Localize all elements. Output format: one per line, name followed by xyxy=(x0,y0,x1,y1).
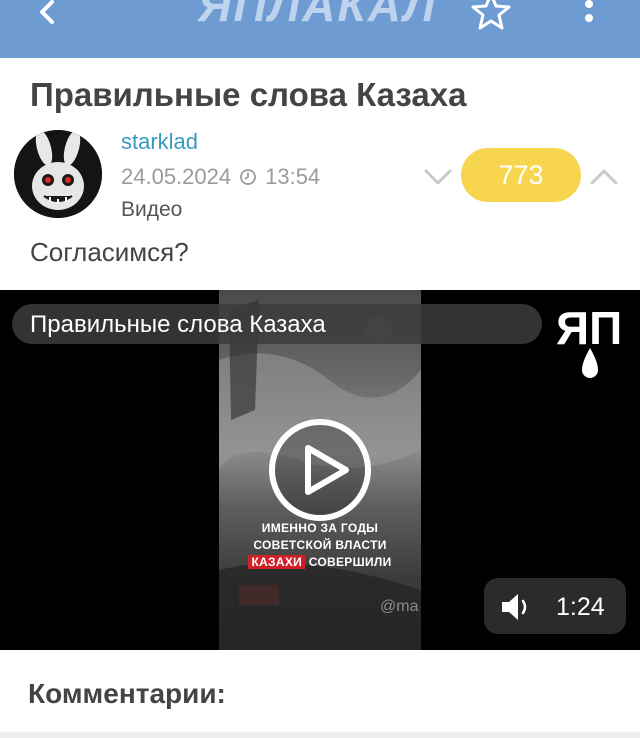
video-overlay-caption: ИМЕННО ЗА ГОДЫ СОВЕТСКОЙ ВЛАСТИ КАЗАХИ С… xyxy=(240,520,400,571)
avatar[interactable] xyxy=(14,130,102,218)
post-title: Правильные слова Казаха xyxy=(30,76,467,113)
rabbit-avatar-icon xyxy=(14,130,102,218)
more-vertical-icon[interactable] xyxy=(574,0,604,32)
video-player[interactable]: Правильные слова Казаха ЯП ИМЕННО ЗА ГОД… xyxy=(0,290,640,650)
play-icon[interactable] xyxy=(266,416,374,524)
yp-logo-icon: ЯП xyxy=(556,302,622,378)
video-duration: 1:24 xyxy=(556,593,605,621)
vote-down-icon[interactable] xyxy=(420,159,456,195)
rating-badge: 773 xyxy=(461,148,581,202)
video-title: Правильные слова Казаха xyxy=(30,311,326,338)
site-logo[interactable]: ЯПЛАКАЛ xyxy=(198,0,437,30)
post-category[interactable]: Видео xyxy=(121,198,182,222)
comments-title: Комментарии: xyxy=(28,678,226,709)
post-time: 13:54 xyxy=(265,164,321,189)
post-meta: 24.05.2024 13:54 xyxy=(121,164,320,190)
post-card: Правильные слова Казаха starklad 24.05.2… xyxy=(0,58,640,290)
overlay-highlight: КАЗАХИ xyxy=(248,555,306,569)
video-watermark: @ma xyxy=(380,598,419,615)
overlay-line: ИМЕННО ЗА ГОДЫ xyxy=(261,521,379,535)
overlay-line: СОВЕТСКОЙ ВЛАСТИ xyxy=(253,538,387,552)
top-bar: ЯПЛАКАЛ xyxy=(0,0,640,58)
clock-icon xyxy=(240,169,257,185)
back-icon[interactable] xyxy=(30,0,70,34)
overlay-line: КАЗАХИ СОВЕРШИЛИ xyxy=(240,554,400,571)
post-date: 24.05.2024 xyxy=(121,164,232,189)
overlay-tail: СОВЕРШИЛИ xyxy=(308,555,392,569)
svg-text:ЯП: ЯП xyxy=(556,302,622,354)
post-text: Согласимся? xyxy=(30,237,189,267)
star-icon[interactable] xyxy=(470,0,512,34)
author-name[interactable]: starklad xyxy=(121,129,198,155)
volume-icon[interactable] xyxy=(500,592,536,622)
comments-section: Комментарии: xyxy=(0,650,640,732)
vote-up-icon[interactable] xyxy=(586,159,622,195)
